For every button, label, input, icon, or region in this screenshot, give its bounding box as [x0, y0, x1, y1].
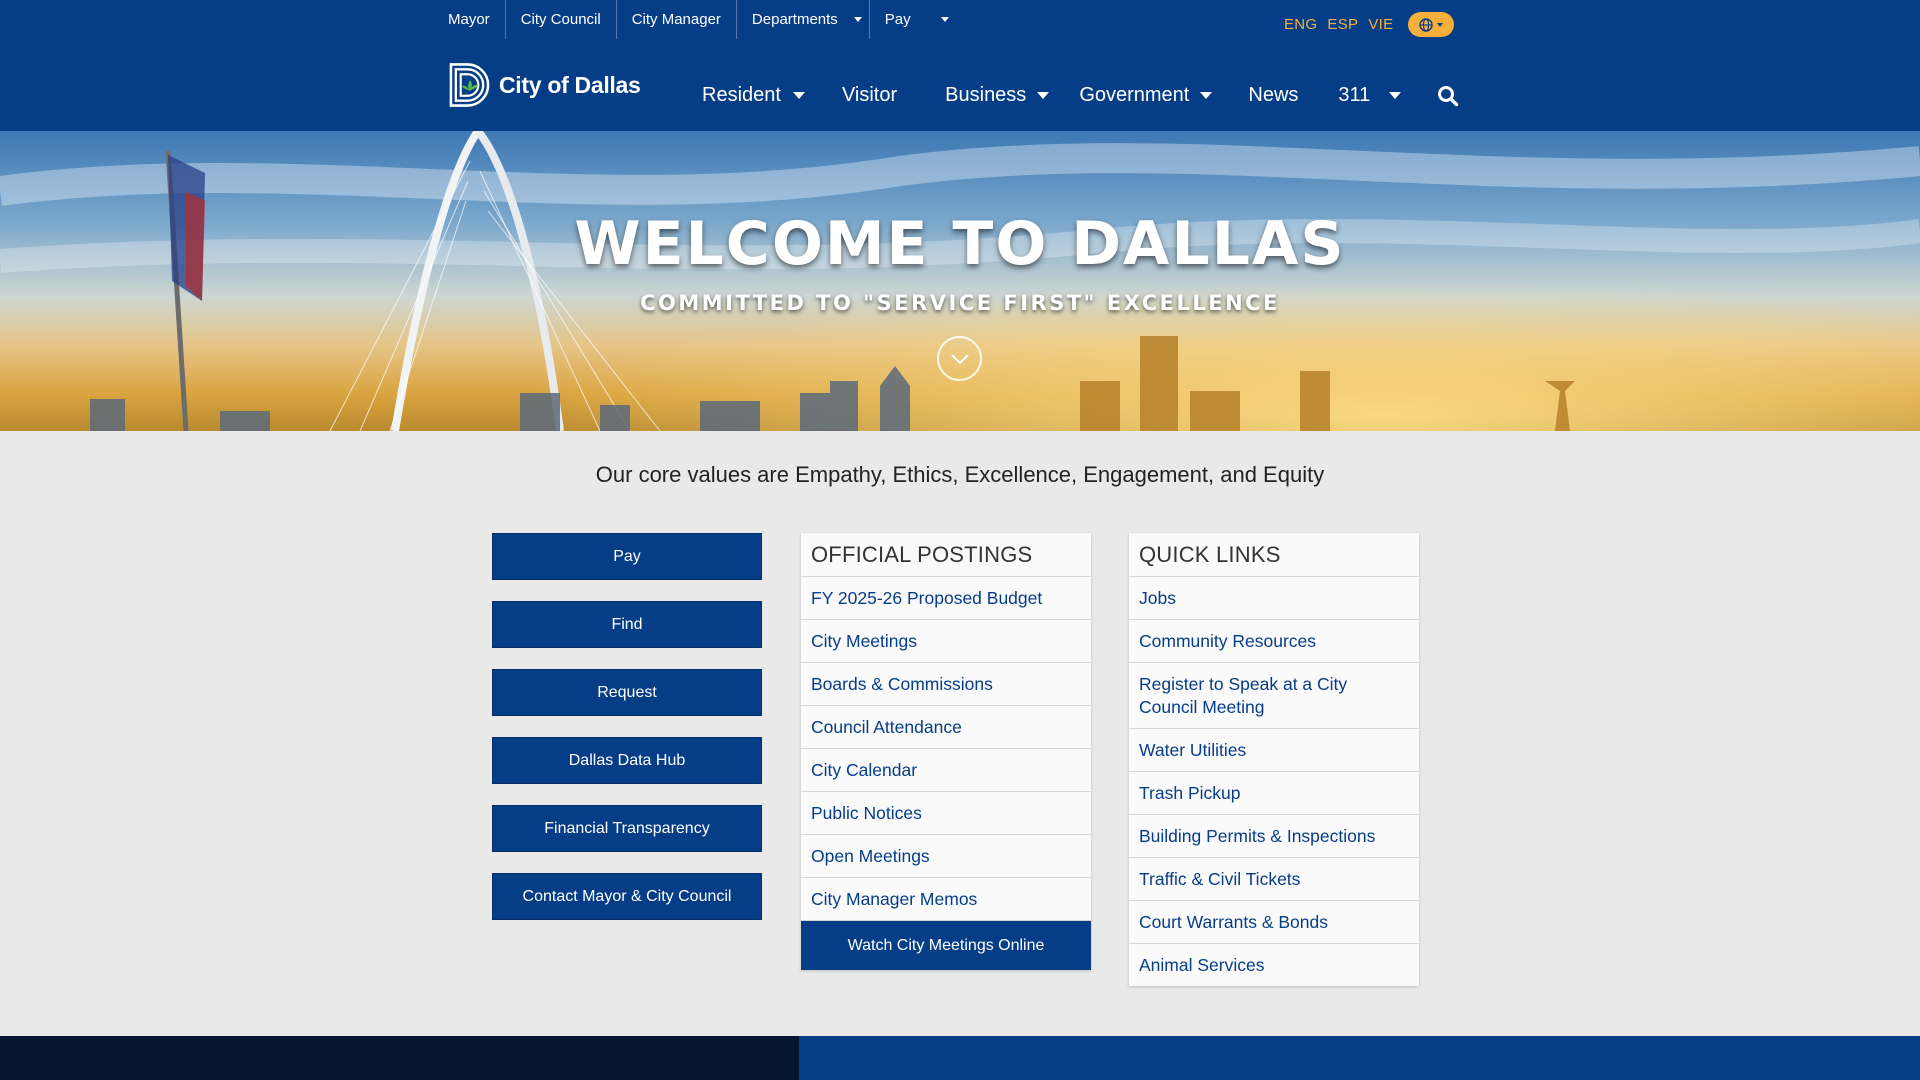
posting-link[interactable]: City Meetings [801, 620, 1091, 663]
hero-banner: WELCOME TO DALLAS COMMITTED TO "SERVICE … [0, 131, 1920, 431]
quick-links-panel: QUICK LINKS Jobs Community Resources Reg… [1129, 533, 1419, 986]
posting-link[interactable]: Council Attendance [801, 706, 1091, 749]
dallas-d-logo-icon [449, 63, 490, 107]
official-postings-panel: OFFICIAL POSTINGS FY 2025-26 Proposed Bu… [801, 533, 1091, 970]
nav-resident[interactable]: Resident [702, 84, 805, 107]
nav-visitor[interactable]: Visitor [842, 84, 897, 107]
search-icon[interactable] [1437, 85, 1459, 107]
utility-dropdown-pay[interactable]: Pay [870, 0, 964, 39]
posting-link[interactable]: City Calendar [801, 749, 1091, 792]
utility-link-city-manager[interactable]: City Manager [617, 0, 737, 39]
language-switcher: ENG ESP VIE [1284, 12, 1455, 37]
panel-title: OFFICIAL POSTINGS [801, 533, 1091, 577]
quick-link[interactable]: Court Warrants & Bonds [1129, 901, 1419, 944]
nav-311[interactable]: 311 [1338, 84, 1402, 107]
main-nav: Resident Visitor Business Government New… [702, 84, 1402, 107]
utility-dropdown-departments[interactable]: Departments [737, 0, 870, 39]
translate-button[interactable] [1408, 12, 1455, 37]
city-of-dallas-logo[interactable]: City of Dallas [448, 62, 641, 108]
chevron-down-icon [950, 353, 969, 364]
quick-link[interactable]: Traffic & Civil Tickets [1129, 858, 1419, 901]
core-values-text: Our core values are Empathy, Ethics, Exc… [595, 462, 1325, 487]
pay-button[interactable]: Pay [492, 533, 762, 580]
language-eng[interactable]: ENG [1284, 16, 1317, 33]
quick-link[interactable]: Jobs [1129, 577, 1419, 620]
dallas-skyline-image [0, 131, 1920, 431]
request-button[interactable]: Request [492, 669, 762, 716]
utility-link-city-council[interactable]: City Council [506, 0, 617, 39]
footer-blue-section [799, 1036, 1920, 1080]
watch-city-meetings-button[interactable]: Watch City Meetings Online [801, 921, 1091, 970]
nav-government[interactable]: Government [1079, 84, 1213, 107]
utility-nav: Mayor City Council City Manager Departme… [434, 0, 964, 39]
caret-down-icon[interactable] [792, 92, 805, 99]
hero-subtitle: COMMITTED TO "SERVICE FIRST" EXCELLENCE [640, 291, 1280, 315]
posting-link[interactable]: Boards & Commissions [801, 663, 1091, 706]
hero-title: WELCOME TO DALLAS [574, 209, 1346, 279]
financial-transparency-button[interactable]: Financial Transparency [492, 805, 762, 852]
posting-link[interactable]: FY 2025-26 Proposed Budget [801, 577, 1091, 620]
quick-link[interactable]: Animal Services [1129, 944, 1419, 986]
posting-link[interactable]: Public Notices [801, 792, 1091, 835]
quick-link[interactable]: Community Resources [1129, 620, 1419, 663]
site-header: Mayor City Council City Manager Departme… [0, 0, 1920, 131]
find-button[interactable]: Find [492, 601, 762, 648]
utility-link-mayor[interactable]: Mayor [434, 0, 506, 39]
quick-link[interactable]: Water Utilities [1129, 729, 1419, 772]
caret-down-icon[interactable] [1389, 92, 1402, 99]
posting-link[interactable]: Open Meetings [801, 835, 1091, 878]
quick-link[interactable]: Trash Pickup [1129, 772, 1419, 815]
language-vie[interactable]: VIE [1368, 16, 1393, 33]
caret-down-icon [1437, 22, 1444, 27]
caret-down-icon [853, 17, 862, 22]
caret-down-icon[interactable] [1037, 92, 1050, 99]
posting-link[interactable]: City Manager Memos [801, 878, 1091, 921]
nav-business[interactable]: Business [945, 84, 1050, 107]
caret-down-icon[interactable] [1200, 92, 1213, 99]
globe-icon [1419, 17, 1434, 32]
dallas-data-hub-button[interactable]: Dallas Data Hub [492, 737, 762, 784]
caret-down-icon [940, 17, 949, 22]
panel-title: QUICK LINKS [1129, 533, 1419, 577]
nav-news[interactable]: News [1248, 84, 1298, 107]
action-buttons: Pay Find Request Dallas Data Hub Financi… [492, 533, 762, 941]
scroll-down-button[interactable] [937, 336, 982, 381]
quick-link[interactable]: Building Permits & Inspections [1129, 815, 1419, 858]
quick-link[interactable]: Register to Speak at a City Council Meet… [1129, 663, 1419, 729]
language-esp[interactable]: ESP [1327, 16, 1358, 33]
footer-dark-section [0, 1036, 799, 1080]
contact-mayor-council-button[interactable]: Contact Mayor & City Council [492, 873, 762, 920]
